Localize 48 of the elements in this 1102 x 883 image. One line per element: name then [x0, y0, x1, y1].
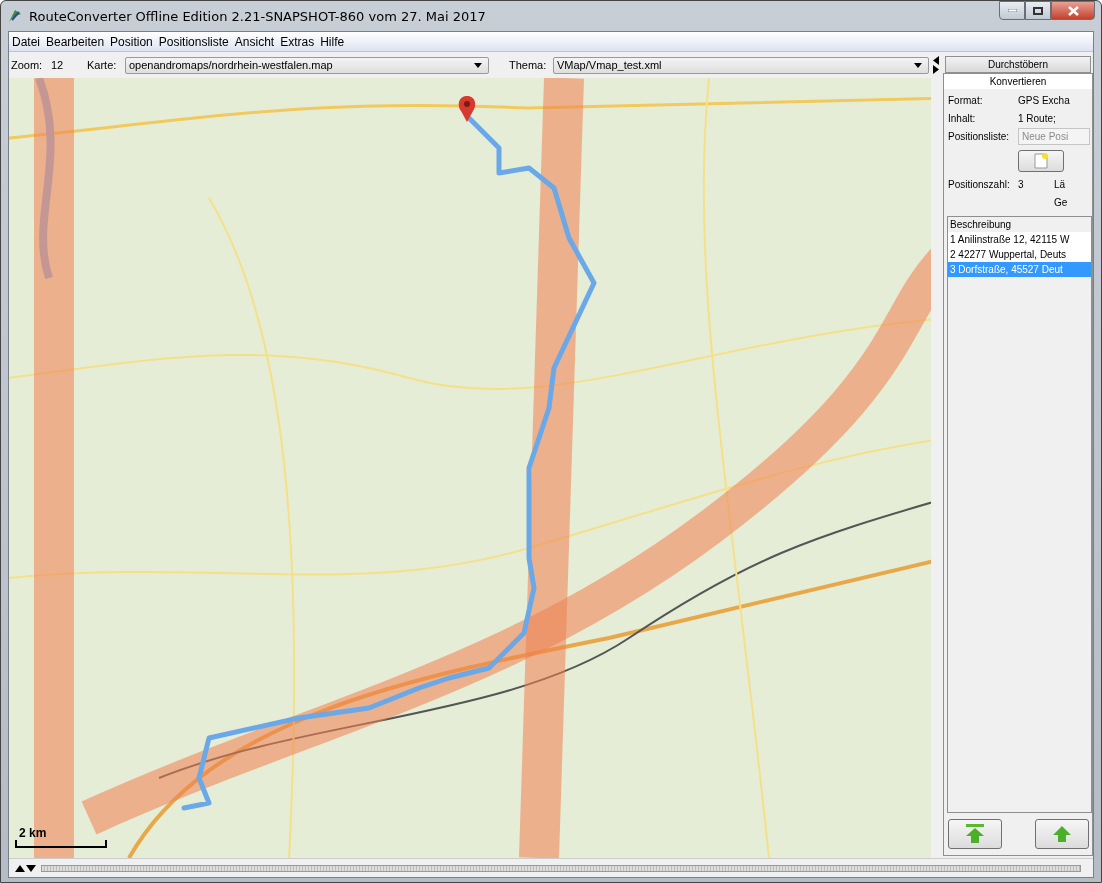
- menu-item[interactable]: Extras: [277, 33, 318, 50]
- field-label: Positionszahl:: [948, 179, 1011, 190]
- list-row[interactable]: 1 Anilinstraße 12, 42115 W: [948, 232, 1091, 247]
- field-value: GPS Excha: [1018, 95, 1071, 106]
- move-up-button[interactable]: [1035, 819, 1089, 849]
- menu-item[interactable]: Datei: [9, 33, 43, 50]
- toolbar-label: Thema:: [509, 59, 548, 71]
- zoom-value: 12: [51, 59, 65, 71]
- tab[interactable]: Durchstöbern: [945, 56, 1091, 73]
- dropdown[interactable]: VMap/Vmap_test.xml: [553, 56, 929, 74]
- menu-item[interactable]: Ansicht: [231, 33, 278, 50]
- new-list-button[interactable]: [1018, 150, 1064, 172]
- scale-label: 2 km: [18, 827, 48, 840]
- field-value: 3: [1018, 179, 1025, 190]
- close-button[interactable]: [1051, 1, 1095, 20]
- dropdown-arrow-icon: [914, 62, 922, 68]
- menu-item[interactable]: Bearbeiten: [43, 33, 108, 50]
- minimize-button[interactable]: [999, 1, 1025, 20]
- window-title: RouteConverter Offline Edition 2.21-SNAPSHOT-860 vom 27. Mai 2017: [29, 8, 487, 24]
- close-icon: [1067, 5, 1079, 16]
- toolbar-label: Zoom:: [11, 59, 44, 71]
- maximize-button[interactable]: [1025, 1, 1051, 20]
- list-row[interactable]: 2 42277 Wuppertal, Deuts: [948, 247, 1091, 262]
- tab[interactable]: Konvertieren: [943, 73, 1093, 89]
- menu-item[interactable]: Position: [107, 33, 156, 50]
- column-header: Beschreibung: [949, 218, 1013, 232]
- dropdown-arrow-icon: [474, 62, 482, 68]
- menu-item[interactable]: Positionsliste: [155, 33, 232, 50]
- arrow-to-top-icon: [964, 824, 986, 844]
- maximize-icon: [1033, 6, 1043, 15]
- arrow-up-icon: [1052, 825, 1072, 843]
- field-label: Lä: [1054, 179, 1066, 190]
- field-label: Positionsliste:: [948, 131, 1011, 144]
- field-label: Ge: [1053, 197, 1069, 208]
- location-pin-icon: [458, 96, 476, 122]
- collapse-left-icon: [933, 56, 939, 65]
- new-document-icon: [1034, 153, 1048, 169]
- expand-right-icon: [933, 65, 939, 74]
- horizontal-scrollbar[interactable]: [41, 864, 1081, 872]
- field-label: Format:: [948, 95, 984, 106]
- minimize-icon: [1007, 9, 1017, 12]
- field-label: Inhalt:: [948, 113, 977, 124]
- field-value: 1 Route;: [1018, 113, 1057, 124]
- dropdown[interactable]: openandromaps/nordrhein-westfalen.map: [125, 56, 489, 74]
- menu-item[interactable]: Hilfe: [317, 33, 348, 50]
- up-down-arrows-icon: [15, 864, 37, 872]
- move-to-top-button[interactable]: [948, 819, 1002, 849]
- toolbar-label: Karte:: [87, 59, 118, 71]
